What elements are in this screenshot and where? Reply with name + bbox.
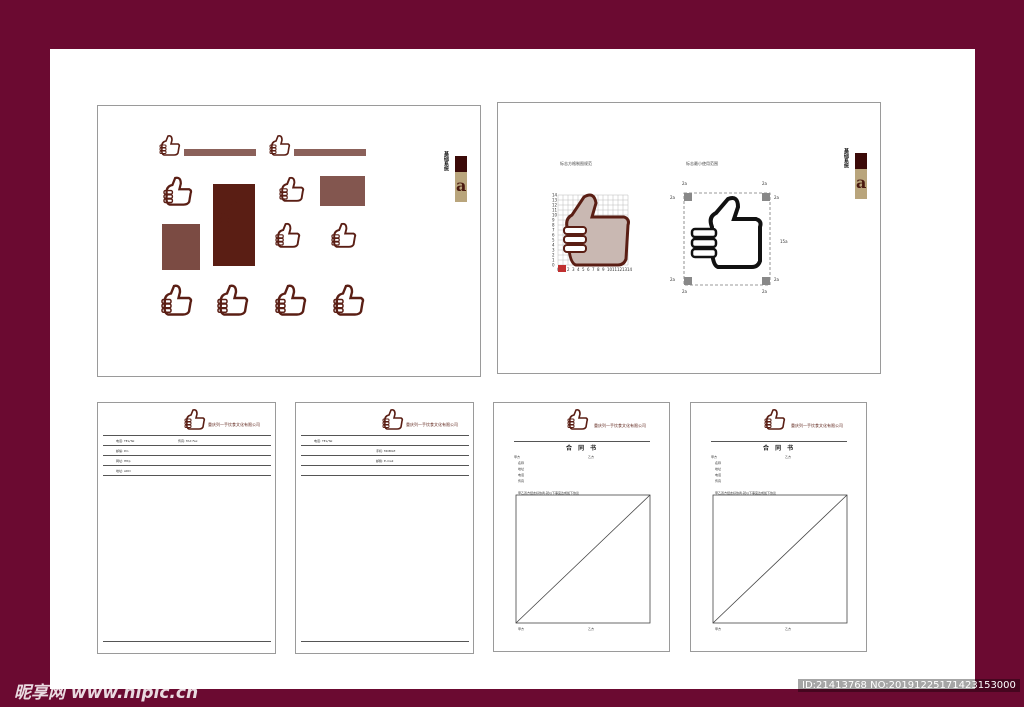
corner-label-bottom-l: 2a (682, 289, 688, 294)
contract-body-box (515, 494, 651, 624)
height-label: 15a (780, 239, 788, 244)
grid-x-tick: 5 (582, 267, 585, 272)
grid-x-tick: 9 (602, 267, 605, 272)
sheet-heading: 基础系统 (843, 148, 849, 168)
grid-x-tick: 4 (577, 267, 580, 272)
sign-a: 甲方 (715, 627, 722, 631)
sign-b: 乙方 (785, 627, 792, 631)
corner-label-br: 2a (774, 277, 780, 282)
contract-body-box (712, 494, 848, 624)
company-name: 重庆列一手饮食文化有限公司 (208, 422, 260, 427)
field-tel: 电话: TEL/Tel (314, 439, 333, 443)
corner-label-tl: 2a (682, 181, 688, 186)
body-text-column (803, 147, 841, 297)
contract-sheet-2: 重庆列一手饮食文化有限公司 合 同 书 甲方 乙方 名称 地址 电话 传真 甲乙… (690, 402, 867, 652)
corner-label-tr: 2a (762, 181, 768, 186)
rule (301, 641, 469, 642)
section-letter: a (856, 173, 867, 192)
artboard: a 基础系统 标志方格制图规范 标志最小使用范围 14 13 12 11 10 9 8 7 6 5… (50, 49, 975, 689)
field-http: 网址: Http (116, 459, 131, 463)
rule (301, 475, 469, 476)
section-letter: a (456, 176, 467, 195)
grid-y-tick: 0 (552, 263, 555, 268)
grid-x-tick: 8 (597, 267, 600, 272)
section-tab: a (455, 156, 467, 202)
rule (301, 455, 469, 456)
letterhead-line (103, 435, 271, 436)
rule (103, 455, 271, 456)
grid-x-tick: 2 (567, 267, 570, 272)
logo-construction-sheet: 标志方格制图规范 标志最小使用范围 1413121110987654321001… (497, 102, 881, 374)
company-name: 重庆列一手饮食文化有限公司 (406, 422, 458, 427)
sheet-heading: 基础系统 (443, 151, 449, 171)
letterhead-sheet-1: 重庆列一手饮食文化有限公司 电话: TEL/Tel 传真: FAX Fax 邮编… (97, 402, 276, 654)
rule (301, 445, 469, 446)
rule (103, 641, 271, 642)
grid-x-tick: 7 (592, 267, 595, 272)
grid-x-tick: 3 (572, 267, 575, 272)
grid-x-tick: 14 (627, 267, 633, 272)
rule (301, 435, 469, 436)
sign-a: 甲方 (518, 627, 525, 631)
field-email: 邮箱: E-mail (376, 459, 394, 463)
field-add: 地址: ADD (116, 469, 131, 473)
corner-label-l: 2a (670, 195, 676, 200)
section-tab: a (855, 153, 867, 199)
corner-label-bl: 2a (670, 277, 676, 282)
field-fax: 传真: FAX Fax (178, 439, 198, 443)
corner-label-bottom-r: 2a (762, 289, 768, 294)
letterhead-sheet-2: 重庆列一手饮食文化有限公司 电话: TEL/Tel 手机: MOBILE 邮箱:… (295, 402, 474, 654)
sign-b: 乙方 (588, 627, 595, 631)
rule (103, 445, 271, 446)
logo-variations-sheet: a 基础系统 (97, 105, 481, 377)
contract-sheet-1: 重庆列一手饮食文化有限公司 合 同 书 甲方 乙方 名称 地址 电话 传真 甲乙… (493, 402, 670, 652)
rule (103, 475, 271, 476)
field-mobile: 手机: MOBILE (376, 449, 396, 453)
site-watermark: 昵享网 www.nipic.cn (14, 683, 199, 703)
field-pc: 邮编: P.C. (116, 449, 130, 453)
corner-label-r: 2a (774, 195, 780, 200)
image-id-watermark: ID:21413768 NO:20191225171423153000 (798, 679, 1020, 692)
grid-x-tick: 6 (587, 267, 590, 272)
field-tel: 电话: TEL/Tel (116, 439, 135, 443)
body-text-column (410, 150, 440, 300)
rule (301, 465, 469, 466)
rule (103, 465, 271, 466)
